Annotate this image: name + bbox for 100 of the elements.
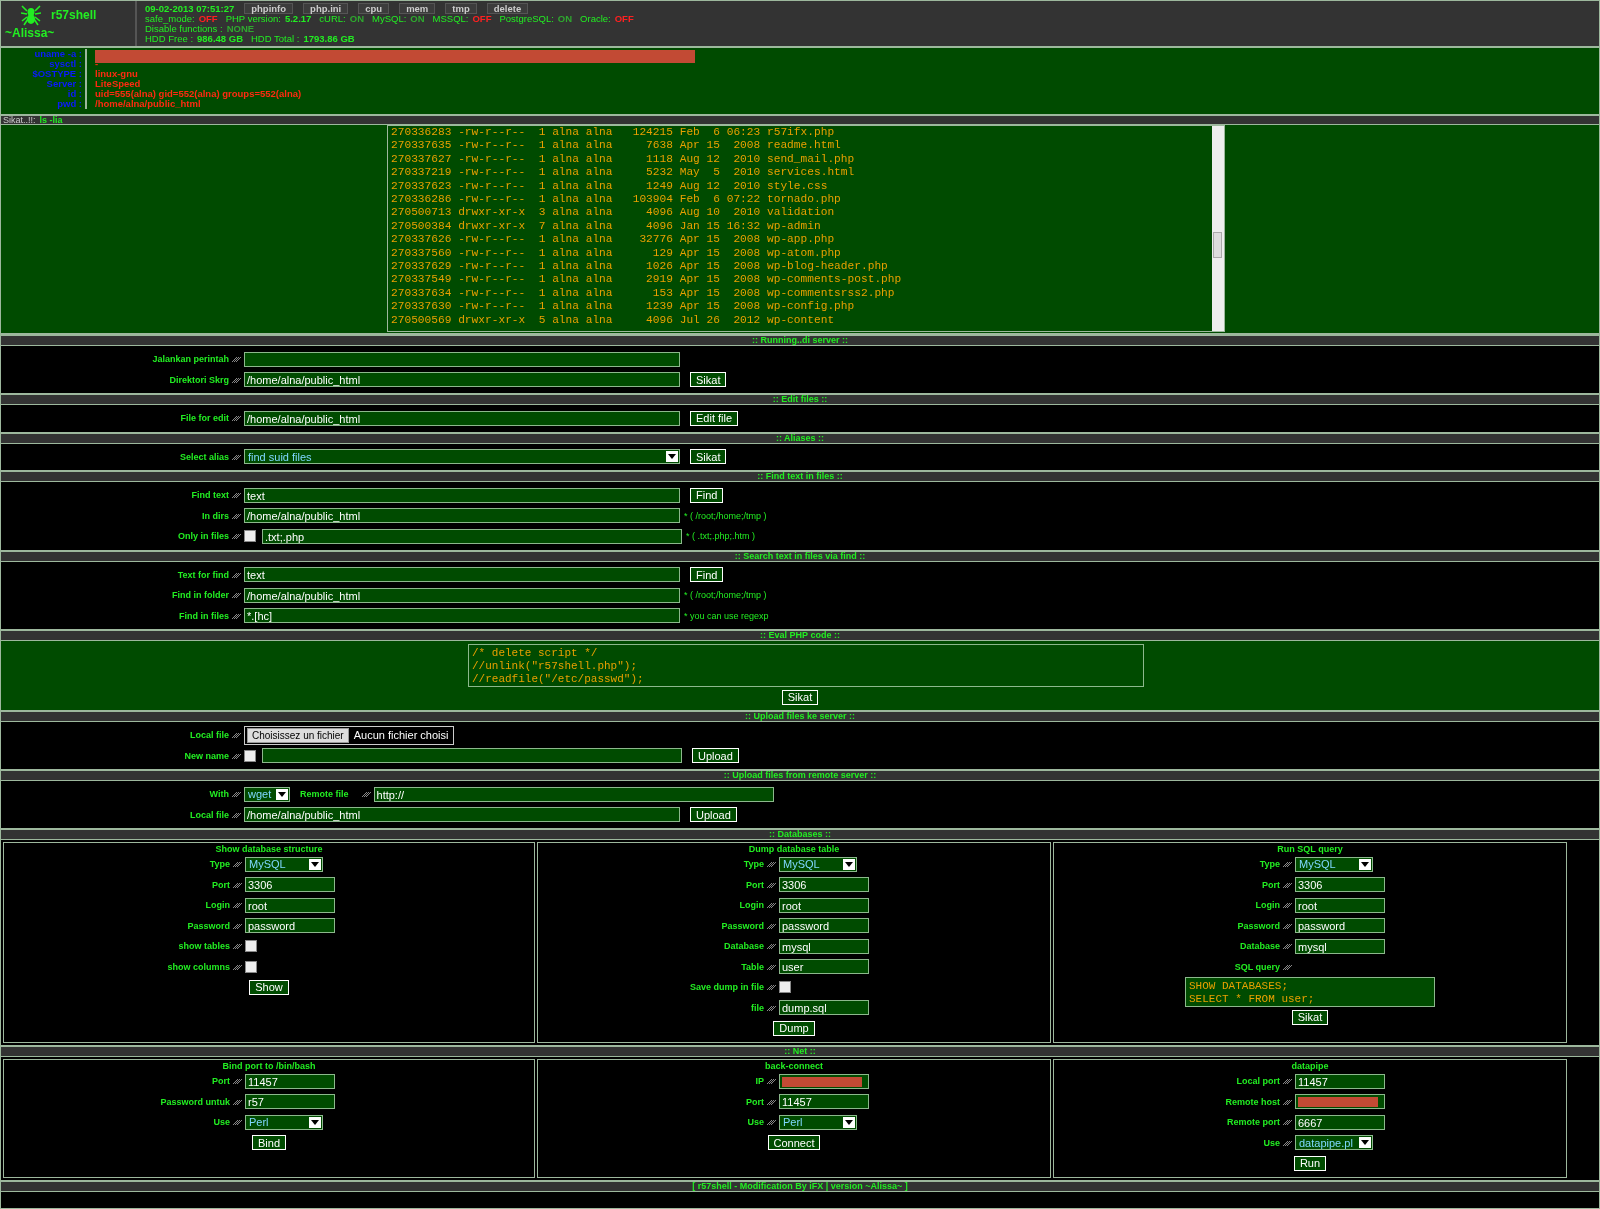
menu-link[interactable]: phpinfo [244,2,294,14]
select-dropdown[interactable]: wget [244,786,290,802]
field-label: Text for find [176,569,229,580]
input-field[interactable]: 3306 [1295,877,1385,893]
submit-button[interactable]: Sikat [1291,1009,1329,1025]
input-field[interactable]: /home/alna/public_html [244,587,680,603]
input-field[interactable]: password [1295,918,1385,934]
caret-icon[interactable] [276,788,288,800]
input-field[interactable] [262,748,682,764]
input-field[interactable]: password [779,918,869,934]
input-field[interactable]: text [244,487,680,503]
status-label: Disable functions : [145,22,223,34]
input-field[interactable] [1295,1094,1385,1110]
menu-link[interactable]: cpu [358,2,390,14]
checkbox[interactable] [245,940,257,953]
select-dropdown[interactable]: MySQL [245,856,323,872]
menu-link[interactable]: delete [486,2,529,14]
status-label: PHP version: [225,12,281,24]
output-box[interactable] [387,125,1225,332]
input-field[interactable]: 3306 [245,877,335,893]
input-field[interactable]: *.[hc] [244,608,680,624]
submit-button[interactable]: Edit file [690,410,739,426]
input-field[interactable]: /home/alna/public_html [244,372,680,388]
input-field[interactable]: password [245,918,335,934]
caret-icon[interactable] [843,1116,855,1128]
submit-button[interactable]: Connect [767,1135,821,1150]
input-field[interactable]: root [245,897,335,913]
field-label: Select alias [178,451,229,462]
caret-icon[interactable] [309,1116,321,1128]
submit-button[interactable]: Find [690,487,724,503]
checkbox[interactable] [779,981,791,994]
section-title: :: Search text in files via find :: [1,550,1599,562]
caret-icon[interactable] [666,451,678,463]
code-textarea[interactable]: /* delete script */ //unlink("r57shell.php"); //readfile("/etc/passwd"); [468,644,1144,687]
input-field[interactable]: 6667 [1295,1114,1385,1130]
input-field[interactable]: .txt;.php [262,528,682,544]
select-dropdown[interactable]: find suid files [244,449,680,465]
submit-button[interactable]: Show [249,979,289,995]
field-label: Database [722,941,764,952]
query-textarea[interactable]: SHOW DATABASES; SELECT * FROM user; [1185,977,1435,1007]
pen-icon [232,732,241,739]
input-field[interactable]: user [779,959,869,975]
submit-button[interactable]: Sikat [690,449,727,465]
input-field[interactable]: 11457 [245,1073,335,1089]
submit-button[interactable]: Sikat [690,372,727,388]
submit-button[interactable]: Find [690,567,724,583]
field-label: Find text [190,490,229,501]
input-field[interactable]: mysql [1295,938,1385,954]
select-dropdown[interactable]: datapipe.pl [1295,1135,1373,1151]
checkbox[interactable] [244,530,256,543]
input-field[interactable]: root [1295,897,1385,913]
submit-button[interactable]: Upload [692,748,739,764]
file-picker[interactable]: Choisissez un fichier Aucun fichier choisi [244,725,454,745]
select-dropdown[interactable]: MySQL [1295,856,1373,872]
pen-icon [233,922,242,929]
submit-button[interactable]: Dump [773,1020,815,1036]
caret-icon[interactable] [1359,858,1371,870]
input-field[interactable]: r57 [245,1094,335,1110]
input-field[interactable]: 11457 [779,1094,869,1110]
select-dropdown[interactable]: MySQL [779,856,857,872]
info-label: pwd : [1,99,87,109]
submit-button[interactable]: Run [1293,1155,1327,1171]
field-label: Remote port [1226,1117,1280,1128]
submit-button[interactable]: Bind [252,1135,286,1150]
input-field[interactable]: /home/alna/public_html [244,410,680,426]
caret-icon[interactable] [309,858,321,870]
checkbox[interactable] [245,960,257,973]
menu-link[interactable]: php.ini [303,2,349,14]
info-label: $OSTYPE : [1,69,87,79]
input-field[interactable]: http:// [373,786,774,802]
field-label: Login [738,900,764,911]
input-field[interactable]: mysql [779,938,869,954]
caret-icon[interactable] [1359,1137,1371,1149]
checkbox[interactable] [244,749,256,762]
select-dropdown[interactable]: Perl [779,1114,857,1130]
submit-button[interactable]: Sikat [781,689,819,705]
input-field[interactable]: 3306 [779,877,869,893]
caret-icon[interactable] [843,858,855,870]
input-field[interactable]: dump.sql [779,1000,869,1016]
select-dropdown[interactable]: Perl [245,1114,323,1130]
input-field[interactable]: /home/alna/public_html [244,508,680,524]
panel-title: Show database structure [214,843,324,854]
field-label: file [750,1002,764,1013]
menu-link[interactable]: mem [399,2,436,14]
input-field[interactable]: root [779,897,869,913]
section-title: :: Upload files ke server :: [1,711,1599,722]
pen-icon [767,984,776,991]
submit-button[interactable]: Upload [690,807,737,823]
input-field[interactable]: text [244,567,680,583]
pen-icon [767,902,776,909]
scrollbar[interactable] [1212,126,1224,331]
pen-icon [232,356,241,363]
input-field[interactable]: 11457 [1295,1073,1385,1089]
field-label: Remote host [1224,1096,1280,1107]
pen-icon [232,376,241,383]
pen-icon [767,1119,776,1126]
input-field[interactable]: /home/alna/public_html [244,807,680,823]
input-field[interactable] [779,1073,869,1089]
input-field[interactable] [244,351,680,367]
menu-link[interactable]: tmp [445,2,477,14]
